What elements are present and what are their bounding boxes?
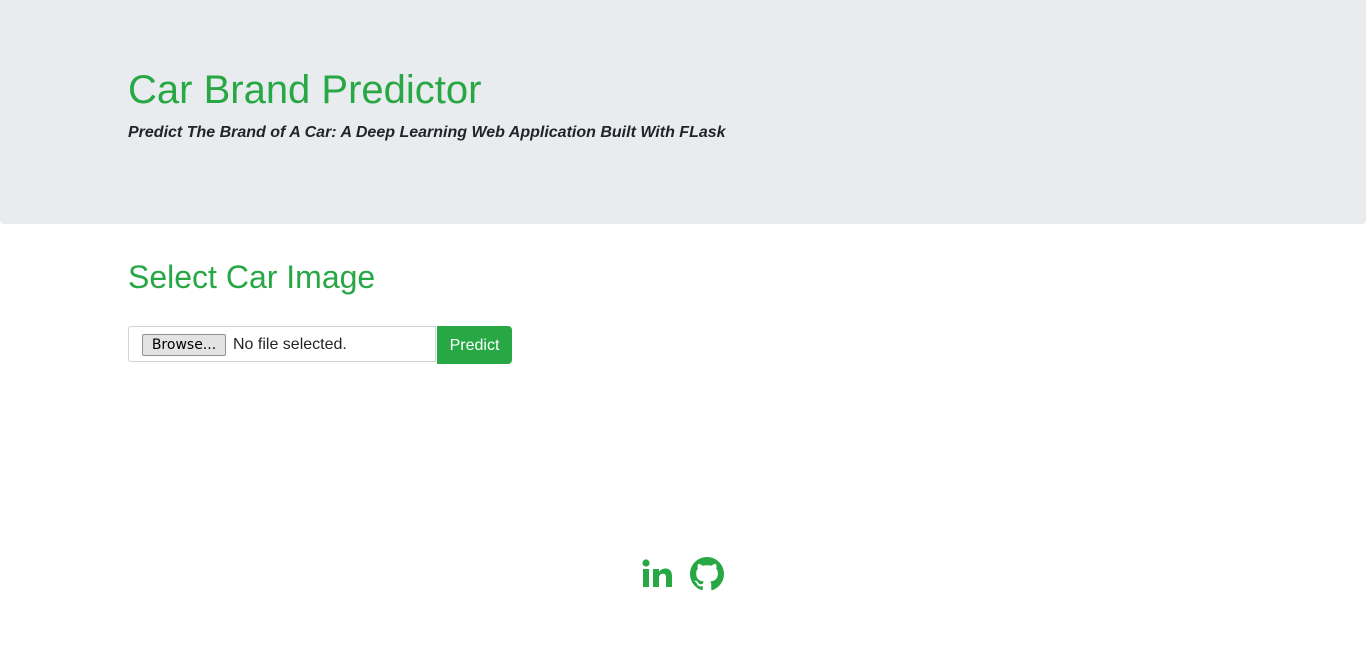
file-input[interactable]: Browse... No file selected.: [128, 326, 436, 362]
section-title: Select Car Image: [128, 259, 376, 295]
file-status-text: No file selected.: [233, 336, 347, 353]
header-jumbotron: Car Brand Predictor Predict The Brand of…: [0, 0, 1366, 224]
github-icon[interactable]: [690, 557, 724, 591]
page-title: Car Brand Predictor: [128, 68, 482, 112]
page-subtitle: Predict The Brand of A Car: A Deep Learn…: [128, 124, 726, 141]
predict-button[interactable]: Predict: [437, 326, 512, 364]
browse-button[interactable]: Browse...: [142, 334, 226, 356]
linkedin-icon[interactable]: [640, 557, 674, 591]
